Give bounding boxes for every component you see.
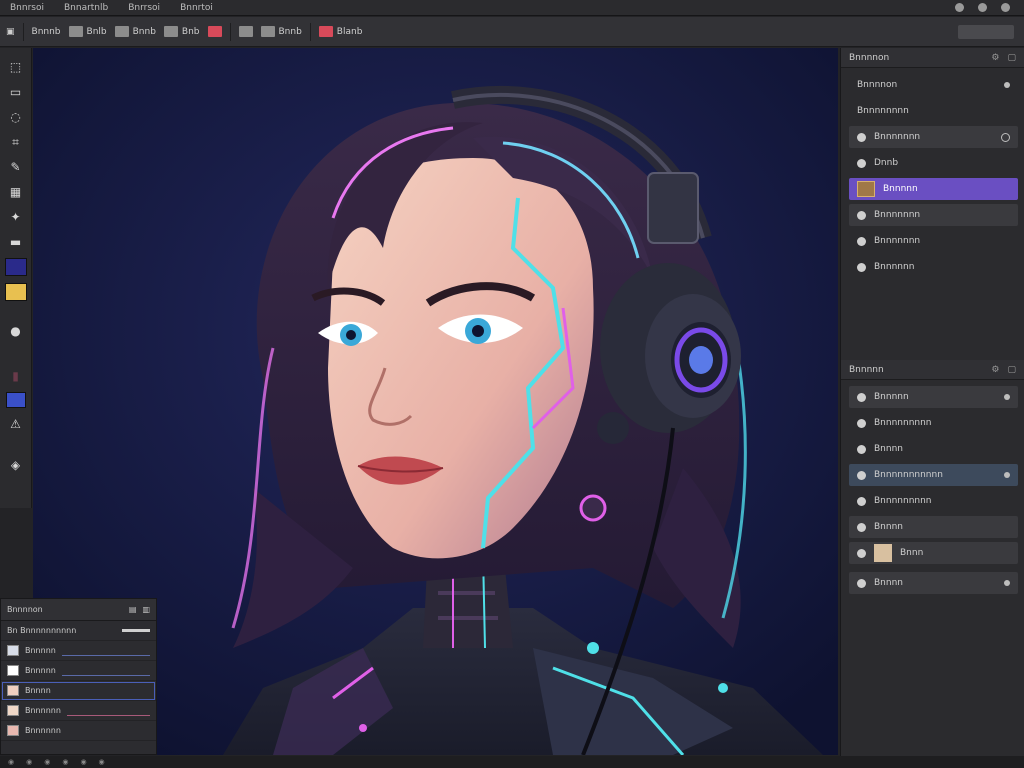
crop-icon[interactable]: ⌗ bbox=[6, 133, 26, 151]
tool-preset-icon[interactable]: ▣ bbox=[6, 27, 15, 37]
toolbox: ⬚ ▭ ◌ ⌗ ✎ ▦ ✦ ▬ ● ▮ ⚠ ◈ bbox=[0, 48, 32, 508]
adjust-item[interactable]: Bnnnnn bbox=[849, 386, 1018, 408]
layer-item[interactable]: Bnnnnnnn bbox=[849, 126, 1018, 148]
status-icon[interactable]: ◉ bbox=[99, 758, 105, 766]
panel-close-icon[interactable]: ▥ bbox=[142, 605, 150, 614]
app-window: Bnnrsoi Bnnartnlb Bnrrsoi Bnnrtoi ▣ Bnnn… bbox=[0, 0, 1024, 768]
option-2[interactable]: Bnlb bbox=[68, 26, 107, 37]
history-row[interactable]: Bnnnnnn bbox=[1, 701, 156, 721]
status-icon[interactable]: ◉ bbox=[80, 758, 86, 766]
panel-menu-icon[interactable]: ▤ bbox=[129, 605, 137, 614]
close-icon[interactable] bbox=[1001, 3, 1010, 12]
history-panel: Bnnnnon ▤ ▥ Bn Bnnnnnnnnnn Bnnnnn Bnnnnn… bbox=[0, 598, 157, 755]
history-row[interactable]: Bnnnnn bbox=[1, 641, 156, 661]
option-6[interactable] bbox=[238, 26, 253, 37]
status-icon[interactable]: ◉ bbox=[62, 758, 68, 766]
panel-options-icon[interactable]: ⚙ bbox=[991, 365, 999, 375]
background-color-swatch[interactable] bbox=[4, 283, 27, 301]
status-icon[interactable]: ◉ bbox=[44, 758, 50, 766]
adjust-item-selected[interactable]: Bnnnnnnnnnnn bbox=[849, 464, 1018, 486]
layer-thumbnail bbox=[874, 544, 892, 562]
layer-item[interactable]: Bnnnnnn bbox=[849, 256, 1018, 278]
visibility-eye-icon[interactable] bbox=[857, 210, 866, 220]
brush-icon[interactable]: ✎ bbox=[6, 158, 26, 176]
status-icon[interactable]: ◉ bbox=[8, 758, 14, 766]
blob-icon[interactable]: ● bbox=[6, 322, 26, 340]
move-icon[interactable]: ⬚ bbox=[6, 58, 26, 76]
visibility-eye-icon[interactable] bbox=[857, 548, 866, 558]
warning-icon[interactable]: ⚠ bbox=[6, 415, 26, 433]
adjust-item[interactable]: Bnnnn bbox=[849, 516, 1018, 538]
option-3[interactable]: Bnnb bbox=[114, 26, 156, 37]
adjust-item[interactable]: Bnnnnnnnnn bbox=[849, 412, 1018, 434]
panel-collapse-icon[interactable]: ▢ bbox=[1007, 53, 1016, 63]
option-7[interactable]: Bnnb bbox=[260, 26, 302, 37]
options-bar: ▣ Bnnnb Bnlb Bnnb Bnb Bnnb Blanb bbox=[0, 17, 1024, 47]
lasso-icon[interactable]: ◌ bbox=[6, 108, 26, 126]
visibility-eye-icon[interactable] bbox=[857, 262, 866, 272]
right-dock: Bnnnnon ⚙ ▢ Bnnnnon Bnnnnnnnn Bnnnnnnn D… bbox=[840, 48, 1024, 756]
layer-item[interactable]: Bnnnnnnn bbox=[849, 230, 1018, 252]
maximize-icon[interactable] bbox=[978, 3, 987, 12]
history-row[interactable]: Bnnnnn bbox=[1, 661, 156, 681]
adjust-item[interactable]: Bnnnn bbox=[849, 438, 1018, 460]
visibility-eye-icon[interactable] bbox=[857, 132, 866, 142]
smudge-icon[interactable]: ✦ bbox=[6, 208, 26, 226]
marquee-icon[interactable]: ▭ bbox=[6, 83, 26, 101]
menu-item-3[interactable]: Bnrrsoi bbox=[118, 3, 170, 13]
screen-mode-icon[interactable]: ◈ bbox=[6, 456, 26, 474]
quick-mask-icon[interactable] bbox=[5, 392, 26, 408]
visibility-eye-icon[interactable] bbox=[857, 522, 866, 532]
menu-bar: Bnnrsoi Bnnartnlb Bnrrsoi Bnnrtoi bbox=[0, 0, 1024, 16]
menu-item-1[interactable]: Bnnrsoi bbox=[0, 3, 54, 13]
visibility-eye-icon[interactable] bbox=[857, 158, 866, 168]
visibility-eye-icon[interactable] bbox=[857, 444, 866, 454]
layer-item[interactable]: Dnnb bbox=[849, 152, 1018, 174]
layers-panel-header: Bnnnnon ⚙ ▢ bbox=[841, 48, 1024, 68]
panel-options-icon[interactable]: ⚙ bbox=[991, 53, 999, 63]
minimize-icon[interactable] bbox=[955, 3, 964, 12]
layers-subheader-2[interactable]: Bnnnnnnnn bbox=[849, 100, 1018, 122]
history-row[interactable]: Bn Bnnnnnnnnnn bbox=[1, 621, 156, 641]
visibility-eye-icon[interactable] bbox=[857, 418, 866, 428]
layer-item[interactable]: Bnnnnnnn bbox=[849, 204, 1018, 226]
adjustments-panel-header: Bnnnnn ⚙ ▢ bbox=[841, 360, 1024, 380]
gradient-icon[interactable]: ▬ bbox=[6, 233, 26, 251]
history-row-selected[interactable]: Bnnnn bbox=[1, 681, 156, 701]
status-icon[interactable]: ◉ bbox=[26, 758, 32, 766]
visibility-eye-icon[interactable] bbox=[857, 392, 866, 402]
menu-item-4[interactable]: Bnnrtoi bbox=[170, 3, 223, 13]
visibility-eye-icon[interactable] bbox=[857, 470, 866, 480]
layers-subheader-1[interactable]: Bnnnnon bbox=[849, 74, 1018, 96]
visibility-eye-icon[interactable] bbox=[857, 578, 866, 588]
status-bar: ◉ ◉ ◉ ◉ ◉ ◉ bbox=[0, 756, 1024, 768]
search-field[interactable] bbox=[958, 24, 1014, 39]
visibility-eye-icon[interactable] bbox=[857, 496, 866, 506]
adjust-item[interactable]: Bnnnnnnnnn bbox=[849, 490, 1018, 512]
layer-item-selected[interactable]: Bnnnnn bbox=[849, 178, 1018, 200]
pen-icon[interactable]: ▮ bbox=[6, 367, 26, 385]
adjust-item[interactable]: Bnnn bbox=[849, 542, 1018, 564]
visibility-eye-icon[interactable] bbox=[857, 236, 866, 246]
history-row[interactable]: Bnnnnnn bbox=[1, 721, 156, 741]
option-5[interactable] bbox=[207, 26, 222, 37]
window-controls bbox=[955, 3, 1024, 12]
option-4[interactable]: Bnb bbox=[163, 26, 200, 37]
layer-thumbnail bbox=[857, 181, 875, 197]
option-1[interactable]: Bnnnb bbox=[32, 27, 61, 37]
menu-item-2[interactable]: Bnnartnlb bbox=[54, 3, 118, 13]
adjust-item[interactable]: Bnnnn bbox=[849, 572, 1018, 594]
panel-collapse-icon[interactable]: ▢ bbox=[1007, 365, 1016, 375]
history-panel-title: Bnnnnon bbox=[7, 605, 43, 614]
eraser-icon[interactable]: ▦ bbox=[6, 183, 26, 201]
foreground-color-swatch[interactable] bbox=[4, 258, 27, 276]
option-8[interactable]: Blanb bbox=[318, 26, 362, 37]
